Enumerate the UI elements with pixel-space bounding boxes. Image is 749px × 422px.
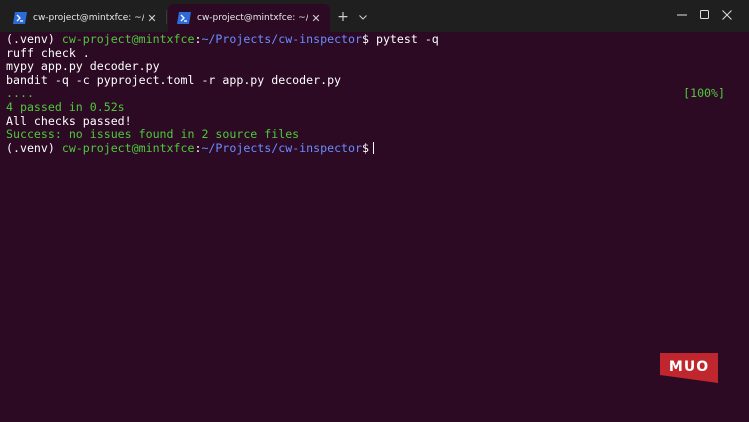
new-tab-button[interactable]: + — [334, 8, 352, 26]
prompt-symbol: $ — [362, 32, 376, 46]
prompt-line: (.venv) cw-project@mintxfce:~/Projects/c… — [6, 140, 741, 156]
muo-logo: MUO — [660, 353, 718, 383]
prompt-line: (.venv) cw-project@mintxfce:~/Projects/c… — [6, 32, 741, 47]
progress-dots: .... — [6, 86, 34, 101]
tab-1[interactable]: cw-project@mintxfce: ~/Proje ✕ — [4, 4, 166, 32]
tab-divider — [166, 10, 167, 24]
svg-text:MUO: MUO — [669, 359, 709, 375]
close-icon[interactable]: ✕ — [308, 10, 324, 26]
tab-2-label: cw-project@mintxfce: ~/Proje — [197, 13, 308, 23]
output-line: Success: no issues found in 2 source fil… — [6, 127, 300, 142]
output-line: All checks passed! — [6, 113, 132, 128]
prompt-symbol: $ — [362, 140, 369, 155]
tab-1-label: cw-project@mintxfce: ~/Proje — [33, 13, 144, 23]
tab-bar: cw-project@mintxfce: ~/Proje ✕ cw-projec… — [0, 0, 749, 32]
output-line: ruff check . — [6, 45, 90, 60]
output-line: bandit -q -c pyproject.toml -r app.py de… — [6, 72, 342, 87]
prompt-path: ~/Projects/cw-inspector — [201, 140, 362, 155]
chevron-down-icon[interactable] — [355, 8, 371, 26]
powershell-icon — [177, 12, 191, 24]
close-icon[interactable]: ✕ — [144, 10, 160, 26]
output-line: mypy app.py decoder.py — [6, 59, 160, 74]
powershell-icon — [13, 12, 27, 24]
prompt-path: ~/Projects/cw-inspector — [201, 32, 362, 46]
venv-label: (.venv) — [6, 32, 62, 46]
command-text: pytest -q — [375, 32, 439, 46]
venv-label: (.venv) — [6, 140, 62, 155]
tab-2[interactable]: cw-project@mintxfce: ~/Proje ✕ — [168, 4, 330, 32]
prompt-user: cw-project@mintxfce — [61, 32, 195, 46]
terminal-window: cw-project@mintxfce: ~/Proje ✕ cw-projec… — [0, 0, 749, 422]
progress-percent: [100%] — [683, 86, 725, 101]
prompt-user: cw-project@mintxfce — [61, 140, 195, 155]
window-close-button[interactable] — [705, 0, 749, 30]
text-cursor — [372, 141, 374, 154]
close-icon — [722, 10, 732, 20]
output-line: 4 passed in 0.52s — [6, 99, 125, 114]
progress-line: .... [100%] — [6, 87, 741, 101]
terminal-output[interactable]: (.venv) cw-project@mintxfce:~/Projects/c… — [6, 32, 741, 413]
